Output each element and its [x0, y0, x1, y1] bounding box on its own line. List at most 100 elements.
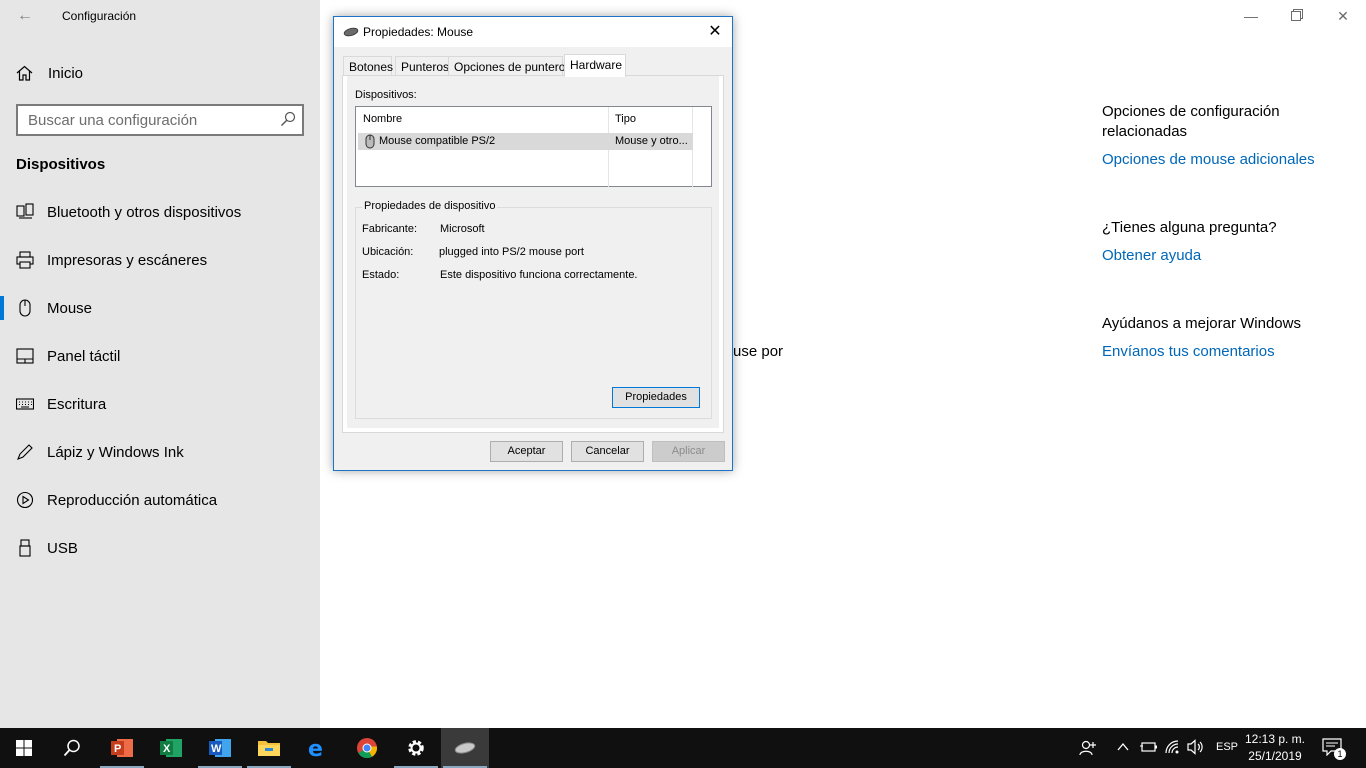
file-explorer-icon	[258, 741, 280, 756]
notification-count-badge: 1	[1334, 748, 1346, 760]
wifi-icon[interactable]	[1164, 739, 1182, 760]
settings-search-box[interactable]: Buscar una configuración	[16, 104, 304, 136]
app-title: Configuración	[62, 9, 137, 23]
clock-date: 25/1/2019	[1248, 749, 1302, 763]
tab-punteros[interactable]: Punteros	[395, 56, 449, 76]
feedback-link[interactable]: Envíanos tus comentarios	[1102, 342, 1275, 362]
word-icon: W	[209, 739, 231, 757]
ok-button[interactable]: Aceptar	[490, 441, 563, 462]
mouse-properties-icon	[454, 742, 476, 754]
dialog-close-icon[interactable]: ✕	[704, 21, 726, 43]
taskbar-settings[interactable]	[392, 728, 440, 768]
volume-icon[interactable]	[1187, 739, 1205, 760]
svg-text:W: W	[211, 743, 222, 755]
chevron-up-icon[interactable]	[1116, 740, 1130, 759]
device-type: Mouse y otro...	[615, 135, 688, 147]
mouse-properties-dialog: Propiedades: Mouse ✕ Botones Punteros Op…	[333, 16, 733, 471]
partially-hidden-text: use por	[733, 343, 784, 360]
home-nav-item[interactable]: Inicio	[16, 62, 83, 84]
usb-icon	[19, 539, 31, 557]
touchpad-icon	[16, 348, 34, 364]
notification-center-icon[interactable]: 1	[1322, 738, 1346, 760]
search-icon[interactable]	[280, 111, 296, 127]
improve-heading: Ayúdanos a mejorar Windows	[1102, 315, 1301, 332]
nav-item-typing[interactable]: Escritura	[0, 384, 320, 424]
nav-label: Bluetooth y otros dispositivos	[47, 203, 242, 221]
related-settings-heading: Opciones de configuración relacionadas	[1102, 103, 1280, 140]
apply-button[interactable]: Aplicar	[652, 441, 725, 462]
nav-label: Lápiz y Windows Ink	[47, 443, 184, 461]
taskbar-word[interactable]: W	[196, 728, 244, 768]
status-label: Estado:	[362, 269, 400, 281]
autoplay-icon	[16, 491, 34, 509]
column-header-type[interactable]: Tipo	[615, 113, 636, 125]
svg-text:P: P	[114, 743, 121, 755]
location-value: plugged into PS/2 mouse port	[439, 246, 584, 258]
devices-list[interactable]: Nombre Tipo Mouse compatible PS/2 Mouse …	[355, 106, 712, 187]
column-header-name[interactable]: Nombre	[363, 113, 402, 125]
settings-icon	[408, 740, 424, 756]
nav-label: Panel táctil	[47, 347, 121, 365]
edge-icon: e	[308, 737, 323, 759]
nav-item-touchpad[interactable]: Panel táctil	[0, 336, 320, 376]
cancel-button[interactable]: Cancelar	[571, 441, 644, 462]
tab-botones[interactable]: Botones	[343, 56, 393, 76]
back-arrow-icon[interactable]: ←	[14, 6, 36, 26]
nav-item-usb[interactable]: USB	[0, 528, 320, 568]
mouse-options-link[interactable]: Opciones de mouse adicionales	[1102, 150, 1315, 170]
start-button[interactable]	[0, 728, 48, 768]
nav-item-pen[interactable]: Lápiz y Windows Ink	[0, 432, 320, 472]
svg-text:X: X	[163, 743, 171, 755]
taskbar-powerpoint[interactable]: P	[98, 728, 146, 768]
group-title: Propiedades de dispositivo	[362, 200, 498, 212]
nav-item-autoplay[interactable]: Reproducción automática	[0, 480, 320, 520]
nav-item-printers[interactable]: Impresoras y escáneres	[0, 240, 320, 280]
device-name: Mouse compatible PS/2	[379, 135, 496, 147]
close-window-icon[interactable]: ✕	[1333, 6, 1353, 26]
clock[interactable]: 12:13 p. m. 25/1/2019	[1240, 731, 1310, 765]
minimize-icon[interactable]: —	[1241, 6, 1261, 26]
manufacturer-label: Fabricante:	[362, 223, 418, 235]
nav-label: USB	[47, 539, 78, 557]
search-placeholder: Buscar una configuración	[28, 112, 198, 129]
battery-power-icon[interactable]	[1140, 740, 1158, 759]
nav-item-mouse[interactable]: Mouse	[0, 288, 320, 328]
clock-time: 12:13 p. m.	[1244, 732, 1306, 746]
location-label: Ubicación:	[362, 246, 414, 258]
taskbar-chrome[interactable]	[343, 728, 391, 768]
list-item[interactable]: Mouse compatible PS/2 Mouse y otro...	[358, 133, 693, 150]
keyboard-icon	[16, 398, 34, 410]
taskbar-file-explorer[interactable]	[245, 728, 293, 768]
windows-start-icon	[16, 740, 32, 756]
device-properties-button[interactable]: Propiedades	[612, 387, 700, 408]
language-indicator[interactable]: ESP	[1216, 741, 1238, 753]
excel-icon: X	[160, 739, 182, 757]
nav-label: Escritura	[47, 395, 107, 413]
restore-icon[interactable]	[1287, 6, 1307, 26]
taskbar-search-button[interactable]	[48, 728, 96, 768]
powerpoint-icon: P	[111, 739, 133, 757]
manufacturer-value: Microsoft	[440, 223, 485, 235]
dialog-title: Propiedades: Mouse	[363, 25, 474, 39]
tab-hardware[interactable]: Hardware	[564, 54, 626, 77]
taskbar-excel[interactable]: X	[147, 728, 195, 768]
search-icon	[63, 739, 80, 757]
mouse-device-icon	[343, 27, 359, 37]
get-help-link[interactable]: Obtener ayuda	[1102, 246, 1201, 266]
pen-icon	[17, 444, 33, 460]
nav-label: Mouse	[47, 299, 93, 317]
nav-label: Impresoras y escáneres	[47, 251, 208, 269]
device-properties-group: Propiedades de dispositivo Fabricante: M…	[355, 200, 712, 419]
tab-opciones-puntero[interactable]: Opciones de puntero	[448, 56, 565, 76]
mouse-icon	[19, 299, 31, 317]
svg-text:e: e	[308, 737, 323, 759]
taskbar: P X W e ESP 12:13 p. m. 25/1/2019 1	[0, 728, 1366, 768]
dialog-titlebar[interactable]: Propiedades: Mouse ✕	[334, 17, 732, 47]
people-icon[interactable]	[1078, 738, 1098, 763]
nav-item-bluetooth[interactable]: Bluetooth y otros dispositivos	[0, 192, 320, 232]
taskbar-mouse-properties[interactable]	[441, 728, 489, 768]
section-title: Dispositivos	[16, 156, 106, 173]
home-label: Inicio	[48, 64, 84, 82]
taskbar-edge[interactable]: e	[294, 728, 342, 768]
nav-label: Reproducción automática	[47, 491, 218, 509]
